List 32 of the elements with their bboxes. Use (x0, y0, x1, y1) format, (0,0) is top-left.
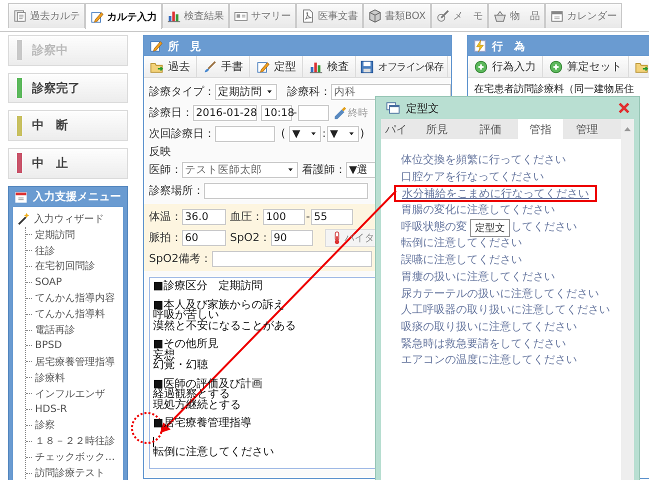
separator-text: - (305, 210, 311, 223)
note-line: 幻覚・幻聴 (153, 360, 208, 370)
panel-title: 所 見 (168, 38, 201, 54)
dialog-title: 定型文 (406, 100, 439, 116)
panel-title: 入力支援メニュー (33, 189, 121, 204)
bracket-text: ( (280, 127, 286, 140)
note-line: 呼吸が苦しい (153, 310, 219, 320)
note-line: 妄想 (153, 350, 175, 360)
field-label: 診療科： (287, 84, 331, 99)
field-label: 医師： (149, 162, 182, 177)
field-label: 体温： (149, 209, 182, 224)
field-label: 診療日： (149, 105, 193, 120)
separator-text: - (293, 106, 298, 119)
field-label: 血圧： (230, 209, 263, 224)
panel-title: 行 為 (492, 38, 525, 54)
bracket-text: ) (359, 127, 366, 140)
action-row-text: 在宅患者訪問診療料（同一建物居住 (473, 82, 634, 96)
note-line: ■本人及び家族からの訴え (153, 300, 284, 310)
tooltip: 定型文 (470, 219, 510, 237)
reflect-label: 反映 (149, 144, 171, 159)
field-label: 診療タイプ： (149, 84, 215, 99)
field-label: 次回診療日： (149, 126, 215, 141)
field-label: SpO2備考： (149, 251, 212, 266)
note-line: 転倒に注意してください (153, 447, 274, 458)
note-line: ■診療区分 定期訪問 (153, 281, 262, 292)
field-label: 脈拍： (149, 230, 182, 245)
field-label: 看護師： (302, 162, 346, 177)
field-label: SpO2： (230, 230, 271, 245)
field-label: 診察場所： (149, 183, 204, 198)
note-line: ■その他所見 (153, 339, 218, 350)
note-line: 経過観察とする (153, 389, 230, 400)
colon-text: : (321, 127, 328, 140)
